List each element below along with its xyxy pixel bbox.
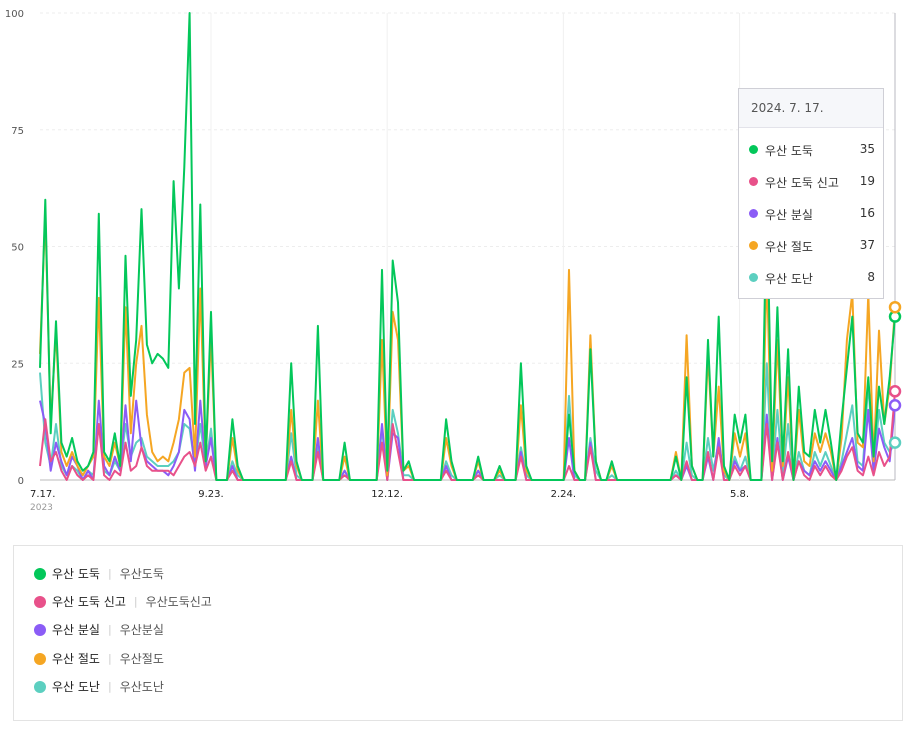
chart-legend: 우산 도둑 | 우산도둑 우산 도둑 신고 | 우산도둑신고 우산 분실 | 우산분실 우산… (13, 545, 903, 721)
x-tick-label: 5.8. (730, 489, 749, 500)
tooltip-series-name: 우산 분실 (765, 208, 813, 222)
y-tick-label: 75 (11, 126, 24, 137)
tooltip-date: 2024. 7. 17. (739, 89, 883, 128)
tooltip-series-value: 37 (859, 238, 875, 252)
legend-series-name: 우산 도둑 신고 (52, 595, 126, 609)
series-dot-icon (749, 209, 758, 218)
legend-series-name: 우산 분실 (52, 623, 100, 637)
tooltip-series-value: 19 (859, 174, 875, 188)
hover-point-3 (888, 300, 902, 314)
y-tick-label: 25 (11, 359, 24, 370)
legend-dot-icon (34, 680, 46, 693)
legend-separator: | (107, 567, 112, 580)
tooltip-series-name: 우산 도둑 신고 (765, 176, 839, 190)
legend-series-name: 우산 절도 (52, 652, 100, 666)
tooltip-row-umbrella-thief-report: 우산 도둑 신고 19 (749, 172, 875, 192)
x-tick-label: 7.17. (30, 489, 55, 500)
y-axis: 0 25 50 75 100 (5, 9, 24, 487)
legend-series-name: 우산 도둑 (52, 567, 100, 581)
legend-item-umbrella-thief-report[interactable]: 우산 도둑 신고 | 우산도둑신고 (34, 593, 212, 615)
legend-series-name: 우산 도난 (52, 680, 100, 694)
tooltip-series-name: 우산 도난 (765, 272, 813, 286)
legend-dot-icon (34, 567, 46, 580)
y-tick-label: 100 (5, 9, 24, 20)
tooltip-series-name: 우산 절도 (765, 240, 813, 254)
tooltip-series-value: 35 (859, 142, 875, 156)
tooltip-series-name: 우산 도둑 (765, 144, 813, 158)
legend-keyword: 우산도둑신고 (145, 595, 212, 609)
legend-keyword: 우산절도 (119, 652, 164, 666)
legend-separator: | (107, 680, 112, 693)
x-axis: 7.17. 9.23. 12.12. 2.24. 5.8. 2023 (30, 489, 749, 513)
x-year-label: 2023 (30, 503, 53, 513)
tooltip-series-value: 8 (867, 270, 875, 284)
tooltip-row-umbrella-lost: 우산 분실 16 (749, 204, 875, 224)
legend-separator: | (107, 652, 112, 665)
tooltip-row-umbrella-thief: 우산 도둑 35 (749, 140, 875, 160)
legend-separator: | (133, 595, 138, 608)
legend-dot-icon (34, 595, 46, 608)
series-dot-icon (749, 145, 758, 154)
series-dot-icon (749, 273, 758, 282)
x-tick-label: 2.24. (551, 489, 576, 500)
legend-dot-icon (34, 623, 46, 636)
legend-item-umbrella-thief[interactable]: 우산 도둑 | 우산도둑 (34, 565, 164, 587)
legend-item-umbrella-lost[interactable]: 우산 분실 | 우산분실 (34, 621, 164, 643)
legend-keyword: 우산분실 (119, 623, 164, 637)
y-tick-label: 0 (18, 476, 24, 487)
legend-item-umbrella-stolen[interactable]: 우산 도난 | 우산도난 (34, 678, 164, 700)
legend-separator: | (107, 623, 112, 636)
tooltip-row-umbrella-theft: 우산 절도 37 (749, 236, 875, 256)
legend-dot-icon (34, 652, 46, 665)
series-dot-icon (749, 177, 758, 186)
x-tick-label: 9.23. (198, 489, 223, 500)
series-dot-icon (749, 241, 758, 250)
x-tick-label: 12.12. (371, 489, 403, 500)
hover-point-1 (888, 385, 902, 398)
hover-point-4 (888, 436, 902, 449)
legend-keyword: 우산도둑 (119, 567, 164, 581)
hover-tooltip: 2024. 7. 17. 우산 도둑 35 우산 도둑 신고 19 우산 분실 … (738, 88, 884, 299)
tooltip-row-umbrella-stolen: 우산 도난 8 (749, 268, 875, 288)
series-line-2 (39, 399, 896, 481)
y-tick-label: 50 (11, 243, 24, 254)
hover-point-2 (888, 399, 902, 412)
legend-keyword: 우산도난 (119, 680, 164, 694)
legend-item-umbrella-theft[interactable]: 우산 절도 | 우산절도 (34, 650, 164, 672)
tooltip-series-value: 16 (859, 206, 875, 220)
